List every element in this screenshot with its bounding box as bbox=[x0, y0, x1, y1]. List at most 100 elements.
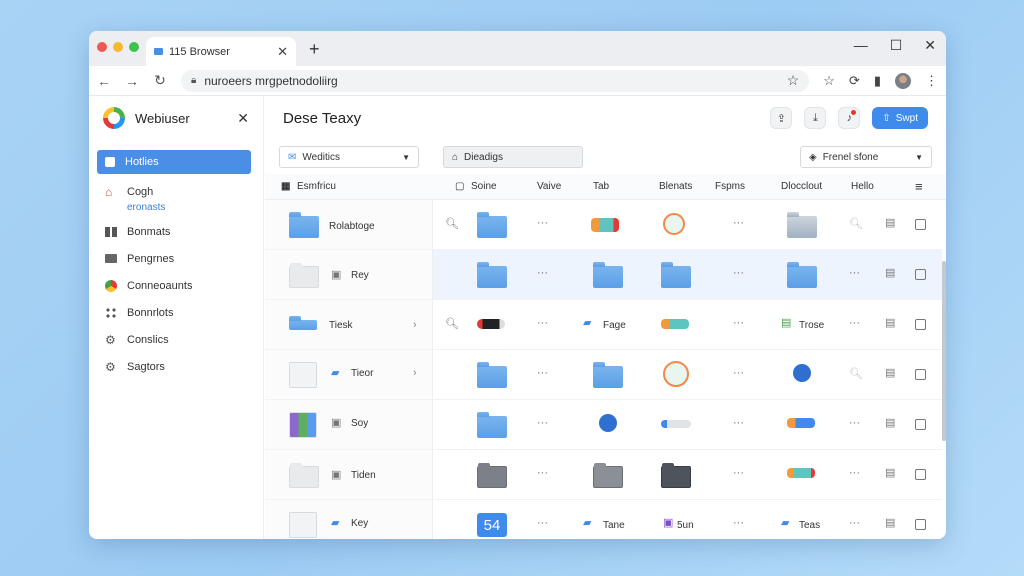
row-checkbox[interactable] bbox=[915, 519, 926, 530]
row-name[interactable]: Rey bbox=[351, 270, 369, 281]
bookmark-star-icon[interactable]: ☆ bbox=[787, 72, 800, 89]
comment-icon[interactable]: ▤ bbox=[885, 516, 895, 529]
search-icon[interactable]: 🔍︎ bbox=[849, 367, 863, 380]
row-checkbox[interactable] bbox=[915, 269, 926, 280]
minimize-window-icon[interactable] bbox=[113, 42, 123, 52]
search-icon[interactable]: 🔍︎ bbox=[445, 217, 459, 230]
row-name[interactable]: Tiden bbox=[351, 470, 376, 481]
mail-icon: ✉ bbox=[288, 151, 297, 163]
sidebar-item-sagtors[interactable]: ⚙ Sagtors bbox=[89, 353, 263, 380]
avatar[interactable] bbox=[895, 72, 911, 89]
more-icon[interactable]: ··· bbox=[537, 517, 548, 529]
primary-action-button[interactable]: ⇧ Swpt bbox=[872, 107, 928, 129]
more-icon[interactable]: ··· bbox=[733, 267, 744, 279]
column-header[interactable]: Blenats bbox=[659, 181, 692, 192]
reload-icon[interactable]: ↻ bbox=[153, 72, 167, 89]
more-icon[interactable]: ··· bbox=[537, 467, 548, 479]
hamburger-menu-icon[interactable]: ≡ bbox=[915, 179, 923, 194]
browser-tab[interactable]: 115 Browser ✕ bbox=[146, 37, 296, 66]
forward-icon[interactable]: → bbox=[125, 73, 139, 89]
column-header[interactable]: Dlocclout bbox=[781, 181, 822, 192]
more-icon[interactable]: ··· bbox=[849, 467, 860, 479]
table-row[interactable]: ▣ Soy ··· ··· ··· ▤ bbox=[265, 400, 942, 450]
comment-icon[interactable]: ▤ bbox=[885, 316, 895, 329]
chevron-right-icon[interactable]: › bbox=[413, 367, 417, 379]
more-icon[interactable]: ··· bbox=[849, 267, 860, 279]
more-icon[interactable]: ··· bbox=[849, 517, 860, 529]
comment-icon[interactable]: ▤ bbox=[885, 266, 895, 279]
chevron-right-icon[interactable]: › bbox=[413, 319, 417, 331]
more-icon[interactable]: ··· bbox=[733, 317, 744, 329]
row-name[interactable]: Tiesk bbox=[329, 320, 353, 331]
filter-dropdown-middle[interactable]: ⌂ Dieadigs bbox=[443, 146, 583, 168]
close-window-icon[interactable] bbox=[97, 42, 107, 52]
search-icon[interactable]: 🔍︎ bbox=[445, 317, 459, 330]
table-row[interactable]: ▰ Tieor › ··· ··· 🔍︎ ▤ bbox=[265, 350, 942, 400]
row-checkbox[interactable] bbox=[915, 419, 926, 430]
sidebar-item-cogh[interactable]: ⌂ Cogh eronasts bbox=[89, 182, 263, 218]
row-name[interactable]: Tieor bbox=[351, 368, 373, 379]
comment-icon[interactable]: ▤ bbox=[885, 216, 895, 229]
menu-dots-icon[interactable]: ⋮ bbox=[925, 73, 938, 89]
row-checkbox[interactable] bbox=[915, 369, 926, 380]
more-icon[interactable]: ··· bbox=[733, 217, 744, 229]
tab-close-icon[interactable]: ✕ bbox=[277, 44, 288, 60]
more-icon[interactable]: ··· bbox=[537, 317, 548, 329]
table-row[interactable]: Tiesk › 🔍︎ ··· ▰ Fage ··· ▤ Trose ··· ▤ bbox=[265, 300, 942, 350]
sidebar-item-bonnrlots[interactable]: Bonnrlots bbox=[89, 299, 263, 326]
sidebar-item-conslics[interactable]: ⚙ Conslics bbox=[89, 326, 263, 353]
more-icon[interactable]: ··· bbox=[849, 417, 860, 429]
more-icon[interactable]: ··· bbox=[733, 367, 744, 379]
more-icon[interactable]: ··· bbox=[537, 367, 548, 379]
sidebar-item-conneoaunts[interactable]: Conneoaunts bbox=[89, 272, 263, 299]
more-icon[interactable]: ··· bbox=[733, 517, 744, 529]
maximize-icon[interactable]: ☐ bbox=[890, 37, 903, 54]
search-icon[interactable]: 🔍︎ bbox=[849, 217, 863, 230]
new-tab-button[interactable]: + bbox=[309, 39, 320, 60]
extension-icon[interactable]: ⟳ bbox=[849, 73, 860, 89]
row-checkbox[interactable] bbox=[915, 319, 926, 330]
back-icon[interactable]: ← bbox=[97, 73, 111, 89]
sidebar-close-icon[interactable]: ✕ bbox=[237, 110, 249, 127]
comment-icon[interactable]: ▤ bbox=[885, 366, 895, 379]
table-row[interactable]: ▰ Key 54 ··· ▰ Tane ▣ 5un ··· ▰ Teas ···… bbox=[265, 500, 942, 539]
column-header[interactable]: Soine bbox=[471, 181, 497, 192]
vertical-scrollbar[interactable] bbox=[942, 261, 946, 441]
more-icon[interactable]: ··· bbox=[537, 217, 548, 229]
star-icon[interactable]: ☆ bbox=[823, 73, 835, 89]
column-header[interactable]: Fspms bbox=[715, 181, 745, 192]
row-name[interactable]: Soy bbox=[351, 418, 368, 429]
address-bar[interactable]: 🔒︎ nuroeers mrgpetnodoliirg ☆ bbox=[181, 69, 810, 92]
column-header[interactable]: Vaive bbox=[537, 181, 561, 192]
sidebar-item-hotlies[interactable]: Hotlies bbox=[97, 150, 251, 174]
maximize-window-icon[interactable] bbox=[129, 42, 139, 52]
comment-icon[interactable]: ▤ bbox=[885, 416, 895, 429]
column-header[interactable]: Esmfricu bbox=[297, 181, 336, 192]
table-row[interactable]: Rolabtoge 🔍︎ ··· ··· 🔍︎ ▤ bbox=[265, 200, 942, 250]
more-icon[interactable]: ··· bbox=[849, 317, 860, 329]
reading-list-icon[interactable]: ▮ bbox=[874, 73, 881, 89]
close-icon[interactable]: ✕ bbox=[924, 37, 936, 54]
sidebar-item-sublabel[interactable]: eronasts bbox=[127, 202, 165, 213]
minimize-icon[interactable]: — bbox=[854, 37, 868, 54]
notification-icon[interactable]: ♪ bbox=[838, 107, 861, 129]
more-icon[interactable]: ··· bbox=[537, 417, 548, 429]
comment-icon[interactable]: ▤ bbox=[885, 466, 895, 479]
row-name[interactable]: Rolabtoge bbox=[329, 221, 375, 232]
row-checkbox[interactable] bbox=[915, 469, 926, 480]
download-icon[interactable]: ⤓ bbox=[804, 107, 827, 129]
table-row[interactable]: ▣ Rey ··· ··· ··· ▤ bbox=[265, 250, 942, 300]
sidebar-item-bonmats[interactable]: Bonmats bbox=[89, 218, 263, 245]
table-row[interactable]: ▣ Tiden ··· ··· ··· ▤ bbox=[265, 450, 942, 500]
sidebar-item-pengrnes[interactable]: Pengrnes bbox=[89, 245, 263, 272]
row-name[interactable]: Key bbox=[351, 518, 368, 529]
more-icon[interactable]: ··· bbox=[733, 467, 744, 479]
more-icon[interactable]: ··· bbox=[537, 267, 548, 279]
more-icon[interactable]: ··· bbox=[733, 417, 744, 429]
share-icon[interactable]: ⇪ bbox=[770, 107, 793, 129]
column-header[interactable]: Tab bbox=[593, 181, 609, 192]
filter-dropdown-right[interactable]: ◈ Frenel sfone ▼ bbox=[800, 146, 932, 168]
column-header[interactable]: Hello bbox=[851, 181, 874, 192]
row-checkbox[interactable] bbox=[915, 219, 926, 230]
filter-dropdown-left[interactable]: ✉ Weditics ▼ bbox=[279, 146, 419, 168]
